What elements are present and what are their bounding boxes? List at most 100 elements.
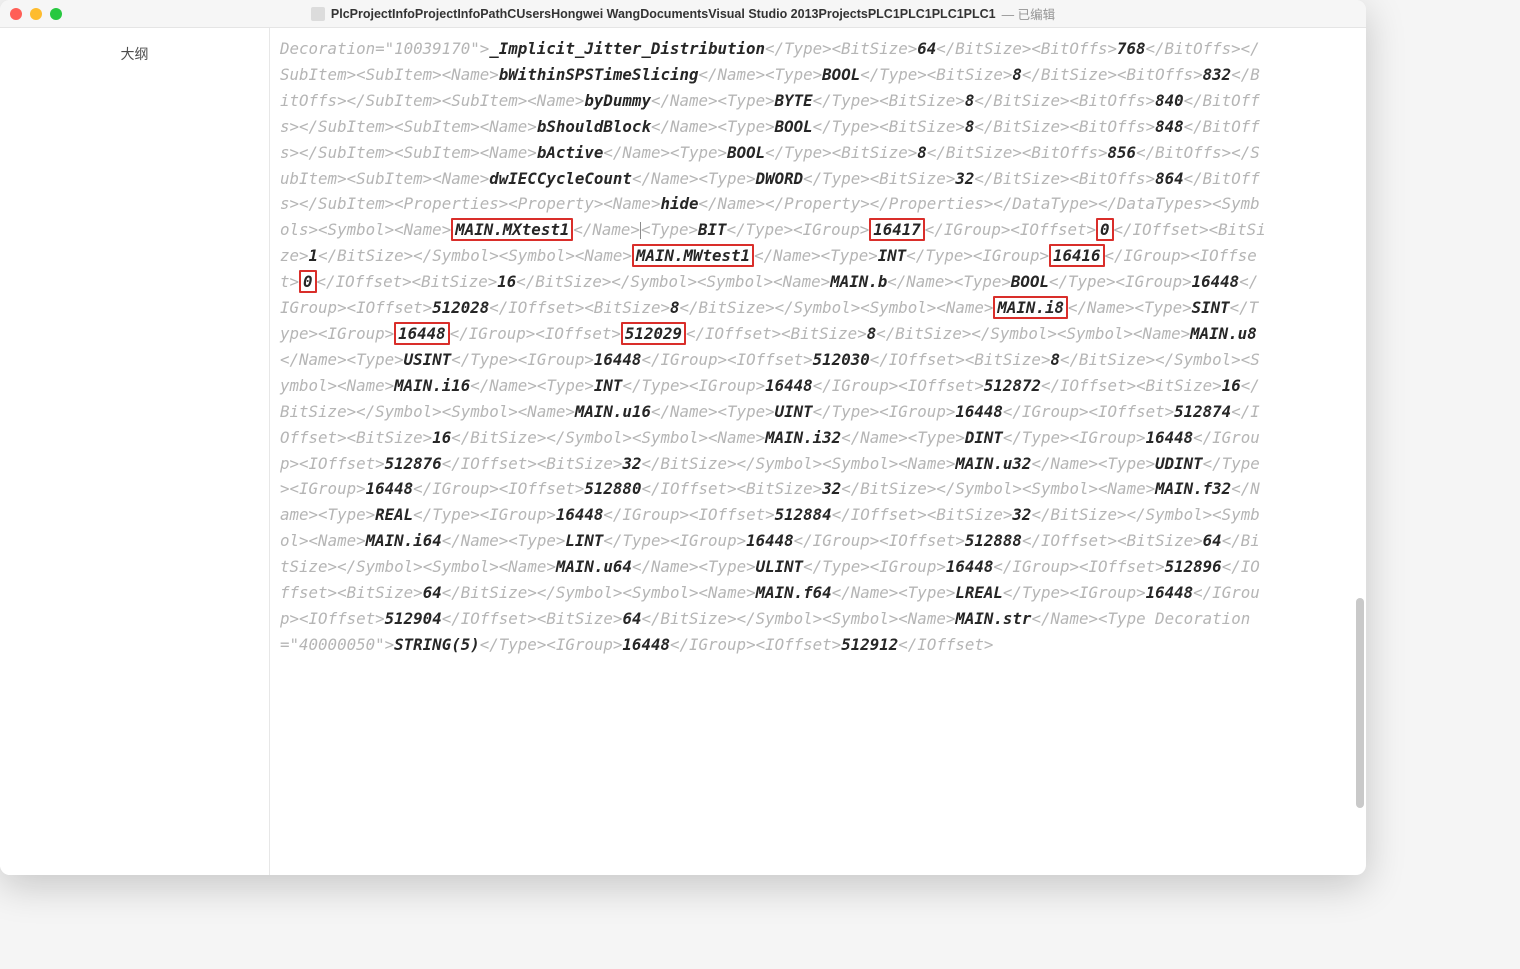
xml-value: 16448 [1146,583,1194,602]
xml-tag: </Symbol> [537,583,623,602]
outline-sidebar[interactable]: 大纲 [0,28,270,875]
xml-tag: <SubItem> [442,91,528,110]
xml-value: INT [878,246,907,265]
xml-tag: </Properties> [870,194,994,213]
xml-tag: </BitSize> [641,454,736,473]
xml-tag: </Symbol> [737,609,823,628]
xml-value: 0 [1096,218,1114,241]
xml-value: MAIN.b [830,272,887,291]
xml-tag: </IGroup> [993,557,1079,576]
xml-tag: </Name> [699,194,766,213]
xml-tag: <Type> [718,117,775,136]
xml-tag: </Type> [860,65,927,84]
xml-tag: </DataTypes> [1098,194,1212,213]
xml-value: LREAL [955,583,1003,602]
xml-tag: </Type> [603,531,670,550]
xml-value: MAIN.u16 [575,402,651,421]
xml-tag: </BitSize> [1022,65,1117,84]
xml-tag: <BitSize> [965,350,1051,369]
xml-tag: <Symbol> [822,609,898,628]
xml-tag: <Symbol> [318,220,394,239]
xml-tag: </BitSize> [974,91,1069,110]
xml-tag: <Name> [575,246,632,265]
xml-tag: <Properties> [394,194,508,213]
xml-tag: </Name> [573,220,640,239]
xml-tag: </Type> [803,557,870,576]
xml-value: 8 [670,298,680,317]
xml-tag: </IOffset> [1041,376,1136,395]
xml-tag: <Symbol> [697,272,773,291]
xml-value: 64 [917,39,936,58]
xml-tag: <BitSize> [879,117,965,136]
xml-tag: </BitSize> [936,39,1031,58]
xml-tag: <Name> [1098,479,1155,498]
xml-tag: <BitSize> [1117,531,1203,550]
xml-tag: <IGroup> [973,246,1049,265]
xml-value: 512028 [432,298,489,317]
xml-tag: </Name> [651,91,718,110]
xml-tag: </Type> [813,117,880,136]
xml-value: UDINT [1155,454,1203,473]
minimize-icon[interactable] [30,8,42,20]
xml-tag: <BitOffs> [1069,91,1155,110]
xml-tag: </IOffset> [442,609,537,628]
xml-value: SINT [1192,298,1230,317]
xml-value: 512880 [584,479,641,498]
xml-tag: <BitSize> [781,324,867,343]
xml-value: MAIN.f32 [1155,479,1231,498]
xml-tag: </IOffset> [898,635,993,654]
xml-value: 32 [822,479,841,498]
xml-tag: </Name> [832,583,899,602]
scrollbar[interactable] [1356,598,1364,808]
xml-value: 16 [432,428,451,447]
xml-tag: </Name> [1031,609,1098,628]
xml-tag: <IOffset> [1010,220,1096,239]
xml-tag: </IGroup> [1003,402,1089,421]
xml-value: LINT [565,531,603,550]
xml-value: 16 [1222,376,1241,395]
xml-tag: </BitSize> [1031,505,1126,524]
xml-tag: </IGroup> [603,505,689,524]
xml-tag: <SubItem> [356,65,442,84]
xml-tag: <BitSize> [879,91,965,110]
xml-tag: </Name> [1068,298,1135,317]
xml-tag: </Type> [813,402,880,421]
xml-tag: </BitSize> [516,272,611,291]
content-wrap: Decoration="10039170">_Implicit_Jitter_D… [270,28,1366,875]
xml-value: 8 [965,117,975,136]
titlebar: PlcProjectInfoProjectInfoPathCUsersHongw… [0,0,1366,28]
xml-value: 16 [497,272,516,291]
document-content[interactable]: Decoration="10039170">_Implicit_Jitter_D… [270,28,1366,666]
xml-value: BOOL [822,65,860,84]
xml-value: 8 [965,91,975,110]
xml-value: MAIN.u32 [955,454,1031,473]
xml-tag: <IGroup> [518,350,594,369]
xml-tag: </Symbol> [611,272,697,291]
xml-tag: <Name> [936,298,993,317]
xml-value: 8 [1050,350,1060,369]
xml-value: 512888 [965,531,1022,550]
xml-tag: </Property> [765,194,870,213]
xml-tag: <IGroup> [879,402,955,421]
xml-value: _Implicit_Jitter_Distribution [489,39,765,58]
xml-tag: </BitOffs> [1146,39,1241,58]
close-icon[interactable] [10,8,22,20]
xml-tag: </Type> [1049,272,1116,291]
xml-tag: <IGroup> [670,531,746,550]
xml-tag: </IGroup> [1105,246,1191,265]
xml-tag: </Name> [887,272,954,291]
xml-value: MAIN.MWtest1 [632,244,754,267]
xml-value: 16448 [946,557,994,576]
xml-tag: </IGroup> [413,479,499,498]
zoom-icon[interactable] [50,8,62,20]
xml-value: USINT [404,350,452,369]
xml-tag: <BitOffs> [1117,65,1203,84]
xml-tag: </Type> [622,376,689,395]
xml-tag: <IOffset> [756,635,842,654]
xml-tag: </IOffset> [832,505,927,524]
xml-tag: </Type> [451,350,518,369]
xml-tag: </Type> [765,39,832,58]
xml-value: 16448 [622,635,670,654]
xml-value: BYTE [775,91,813,110]
xml-tag: </BitSize> [974,169,1069,188]
